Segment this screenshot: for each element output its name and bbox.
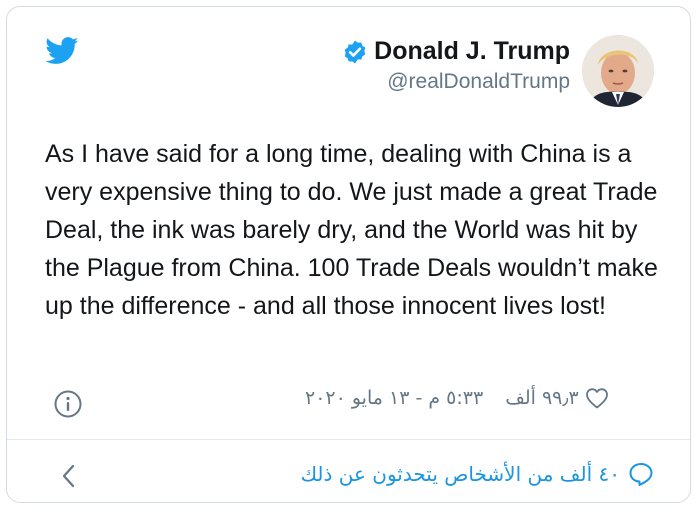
conversation-text: ٤٠ ألف من الأشخاص يتحدثون عن ذلك <box>300 462 620 486</box>
like-button[interactable]: ٩٩٫٣ ألف <box>505 387 609 409</box>
tweet-card[interactable]: Donald J. Trump @realDonaldTrump As I ha… <box>6 6 691 503</box>
profile-photo <box>582 35 654 107</box>
twitter-bird-icon[interactable] <box>45 37 79 65</box>
speech-bubble-icon <box>629 463 653 486</box>
avatar[interactable] <box>582 35 654 107</box>
conversation-link[interactable]: ٤٠ ألف من الأشخاص يتحدثون عن ذلك <box>301 461 654 487</box>
heart-icon <box>585 388 608 409</box>
timestamp[interactable]: ٥:٣٣ م - ١٣ مايو ٢٠٢٠ <box>305 387 483 409</box>
author-name[interactable]: Donald J. Trump <box>374 37 570 66</box>
author-block[interactable]: Donald J. Trump @realDonaldTrump <box>342 37 570 94</box>
info-icon[interactable] <box>53 389 83 419</box>
tweet-meta: ٥:٣٣ م - ١٣ مايو ٢٠٢٠ ٩٩٫٣ ألف <box>305 387 609 409</box>
tweet-text: As I have said for a long time, dealing … <box>45 140 658 320</box>
author-handle[interactable]: @realDonaldTrump <box>342 70 570 94</box>
chevron-left-icon[interactable] <box>59 462 79 490</box>
like-count: ٩٩٫٣ ألف <box>505 387 579 409</box>
divider <box>7 439 690 440</box>
verified-badge-icon <box>344 40 366 63</box>
